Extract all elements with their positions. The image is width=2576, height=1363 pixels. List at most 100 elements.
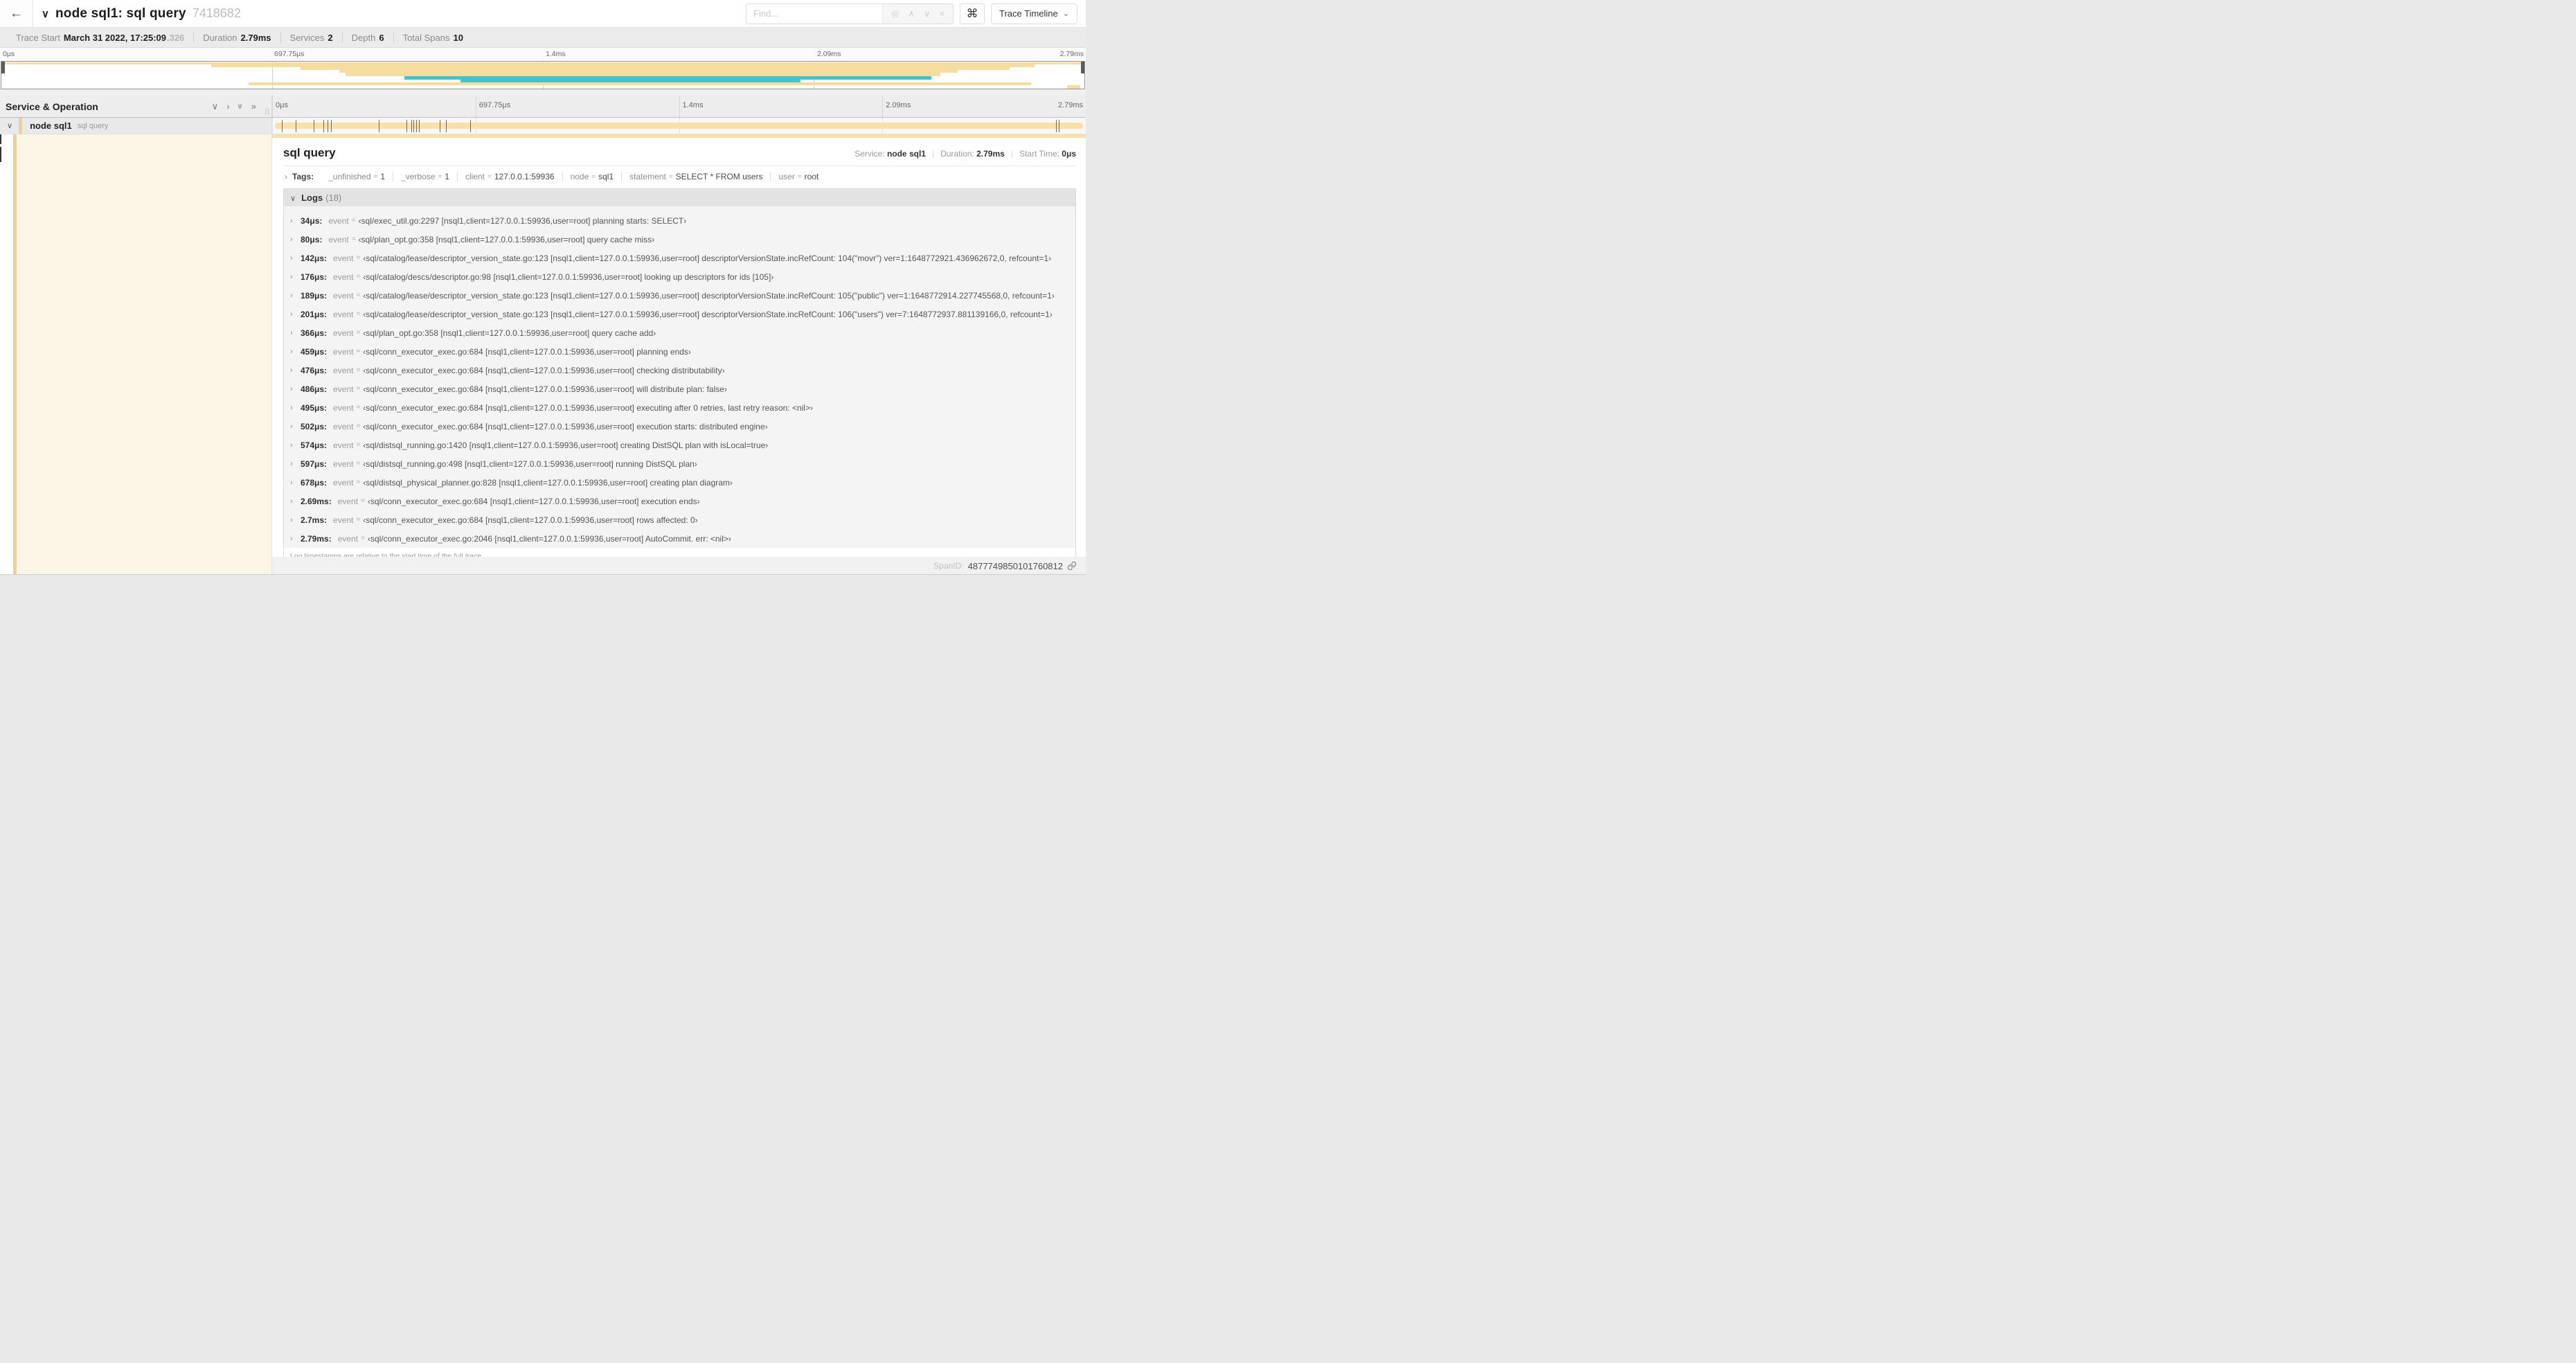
log-row[interactable]: › 2.69ms: event = ‹sql/conn_executor_exec.go… <box>284 492 1075 510</box>
summary-label: Depth <box>351 32 376 43</box>
log-field-value: ‹sql/plan_opt.go:358 [nsql1,client=127.0… <box>358 234 655 244</box>
log-event-marker[interactable] <box>323 120 325 132</box>
log-field-value: ‹sql/conn_executor_exec.go:684 [nsql1,cl… <box>363 384 727 394</box>
log-row[interactable]: › 2.7ms: event = ‹sql/conn_executor_exec.go:… <box>284 510 1075 529</box>
find-input[interactable] <box>746 3 883 24</box>
log-row[interactable]: › 486μs: event = ‹sql/conn_executor_exec.go:… <box>284 380 1075 398</box>
view-select-button[interactable]: Trace Timeline ⌄ <box>991 3 1077 24</box>
log-row[interactable]: › 495μs: event = ‹sql/conn_executor_exec.go:… <box>284 398 1075 417</box>
match-case-icon[interactable]: ◎ <box>891 9 899 18</box>
next-result-icon[interactable]: ∨ <box>924 9 931 18</box>
log-timestamp: 476μs: <box>301 365 328 375</box>
log-row[interactable]: › 201μs: event = ‹sql/catalog/lease/descript… <box>284 305 1075 323</box>
log-timestamp: 574μs: <box>301 440 328 450</box>
span-gantt-track[interactable] <box>272 118 1086 134</box>
clear-search-icon[interactable]: × <box>939 9 945 18</box>
log-row[interactable]: › 142μs: event = ‹sql/catalog/lease/descript… <box>284 249 1075 267</box>
summary-value: March 31 2022, 17:25:09 <box>63 32 166 43</box>
log-row[interactable]: › 176μs: event = ‹sql/catalog/descs/descript… <box>284 267 1075 286</box>
summary-item-4: Total Spans 10 <box>393 32 472 43</box>
chevron-right-icon: › <box>290 422 293 431</box>
collapse-all-icon[interactable]: » <box>235 101 246 112</box>
log-row[interactable]: › 80μs: event = ‹sql/plan_opt.go:358 [nsql1,… <box>284 230 1075 249</box>
log-event-marker[interactable] <box>411 120 412 132</box>
chevron-right-icon[interactable]: › <box>285 172 287 181</box>
log-field-key: event <box>333 309 354 319</box>
minimap-canvas[interactable] <box>1 61 1085 89</box>
log-row[interactable]: › 502μs: event = ‹sql/conn_executor_exec.go:… <box>284 417 1075 436</box>
minimap-tick-label: 1.4ms <box>546 50 566 58</box>
log-row[interactable]: › 189μs: event = ‹sql/catalog/lease/descript… <box>284 286 1075 305</box>
log-event-marker[interactable] <box>330 120 332 132</box>
log-row[interactable]: › 476μs: event = ‹sql/conn_executor_exec.go:… <box>284 361 1075 380</box>
equals-sign: = <box>356 516 361 524</box>
chevron-down-icon: ∨ <box>290 195 296 203</box>
log-field-key: event <box>333 421 354 431</box>
tag-key: _unfinished <box>328 172 371 181</box>
tag-value: sql1 <box>598 172 614 181</box>
top-bar: ← ∨ node sql1: sql query 7418682 ◎ ∧ ∨ × ⌘ … <box>0 0 1086 28</box>
equals-sign: = <box>361 535 365 542</box>
log-timestamp: 495μs: <box>301 402 328 413</box>
log-event-marker[interactable] <box>1055 120 1057 132</box>
log-event-marker[interactable] <box>418 120 420 132</box>
logs-header[interactable]: ∨ Logs (18) <box>284 189 1075 206</box>
log-field-value: ‹sql/catalog/lease/descriptor_version_st… <box>363 253 1052 263</box>
log-row[interactable]: › 574μs: event = ‹sql/distsql_running.go:142… <box>284 436 1075 454</box>
expand-all-icon[interactable]: » <box>251 101 256 112</box>
log-row[interactable]: › 459μs: event = ‹sql/conn_executor_exec.go:… <box>284 342 1075 361</box>
column-resizer-handle[interactable]: || <box>265 108 270 116</box>
chevron-down-icon[interactable]: ∨ <box>7 121 12 130</box>
log-row[interactable]: › 34μs: event = ‹sql/exec_util.go:2297 [nsql… <box>284 211 1075 230</box>
equals-sign: = <box>356 441 361 449</box>
span-duration-bar[interactable] <box>275 123 1083 129</box>
chevron-right-icon: › <box>290 272 293 281</box>
log-field-value: ‹sql/catalog/descs/descriptor.go:98 [nsq… <box>363 271 774 282</box>
chevron-down-icon: ⌄ <box>1062 10 1069 18</box>
log-event-marker[interactable] <box>406 120 407 132</box>
chevron-down-icon[interactable]: ∨ <box>42 8 49 20</box>
tags-row[interactable]: › Tags: _unfinished = 1 _verbose = 1 client = 127.… <box>283 166 1076 188</box>
span-detail-card: sql query Service: node sql1 | Duration: 2… <box>272 138 1086 557</box>
log-event-marker[interactable] <box>282 120 283 132</box>
collapse-one-icon[interactable]: ∨ <box>212 101 219 112</box>
equals-sign: = <box>356 385 361 393</box>
log-row[interactable]: › 366μs: event = ‹sql/plan_opt.go:358 [nsql1… <box>284 323 1075 342</box>
span-row[interactable]: ∨ node sql1 sql query <box>0 118 1086 134</box>
chevron-right-icon: › <box>290 384 293 393</box>
log-timestamp: 2.79ms: <box>301 533 332 544</box>
log-timestamp: 597μs: <box>301 458 328 469</box>
log-field-value: ‹sql/distsql_running.go:1420 [nsql1,clie… <box>363 440 769 450</box>
log-event-marker[interactable] <box>469 120 471 132</box>
track-gridline <box>272 118 273 134</box>
back-button[interactable]: ← <box>0 0 33 27</box>
viewport-right-handle[interactable] <box>1081 62 1084 73</box>
tag-key: user <box>778 172 795 181</box>
chevron-right-icon: › <box>290 328 293 337</box>
span-color-strip <box>19 118 23 134</box>
find-group: ◎ ∧ ∨ × <box>746 3 954 24</box>
divider: | <box>931 149 935 159</box>
expand-one-icon[interactable]: › <box>226 101 229 112</box>
span-id-value: 4877749850101760812 <box>967 560 1063 571</box>
log-event-marker[interactable] <box>446 120 447 132</box>
tag-item: _unfinished = 1 <box>321 172 393 181</box>
timeline-minimap: 0μs 697.75μs 1.4ms 2.09ms 2.79ms <box>0 48 1086 89</box>
log-row[interactable]: › 678μs: event = ‹sql/distsql_physical_plann… <box>284 473 1075 492</box>
viewport-left-handle[interactable] <box>1 62 5 73</box>
tag-key: _verbose <box>401 172 436 181</box>
log-event-marker[interactable] <box>413 120 415 132</box>
log-row[interactable]: › 2.79ms: event = ‹sql/conn_executor_exec.go… <box>284 529 1075 548</box>
log-row[interactable]: › 597μs: event = ‹sql/distsql_running.go:498… <box>284 454 1075 473</box>
log-timestamp: 142μs: <box>301 253 328 263</box>
keyboard-shortcuts-button[interactable]: ⌘ <box>960 3 985 24</box>
log-field-key: event <box>333 402 354 413</box>
minimap-span-bar <box>248 82 1032 86</box>
log-field-key: event <box>333 253 354 263</box>
log-timestamp: 2.69ms: <box>301 496 332 506</box>
log-event-marker[interactable] <box>415 120 417 132</box>
detail-meta-item: Duration: 2.79ms <box>940 149 1005 159</box>
copy-link-icon[interactable] <box>1067 561 1077 571</box>
prev-result-icon[interactable]: ∧ <box>908 9 915 18</box>
divider: | <box>1010 149 1013 159</box>
